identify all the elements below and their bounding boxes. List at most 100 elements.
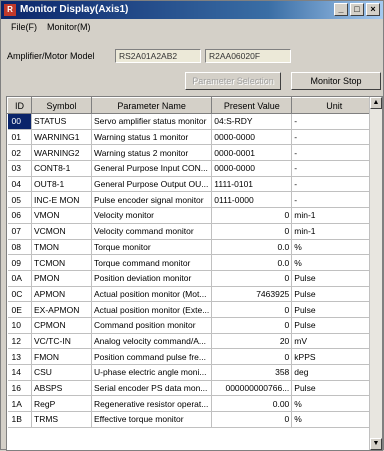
scroll-down-arrow-icon[interactable]: ▼	[370, 438, 382, 450]
cell-id: 0E	[7, 301, 32, 318]
cell-symbol: APMON	[31, 286, 92, 303]
minimize-button[interactable]: _	[334, 3, 348, 16]
header-present-value[interactable]: Present Value	[211, 97, 293, 114]
header-unit[interactable]: Unit	[291, 97, 378, 114]
menu-monitor[interactable]: Monitor(M)	[47, 20, 91, 35]
cell-unit: Pulse	[291, 317, 378, 334]
table-row[interactable]: 16 ABSPS Serial encoder PS data mon... 0000…	[7, 380, 378, 397]
cell-id: 02	[7, 144, 32, 162]
monitor-grid: ID Symbol Parameter Name Present Value U…	[6, 96, 383, 451]
cell-symbol: PMON	[31, 270, 92, 287]
table-row[interactable]: 0E EX-APMON Actual position monitor (Exte.…	[7, 301, 378, 318]
cell-unit: -	[291, 160, 378, 177]
cell-unit: deg	[291, 364, 378, 381]
cell-unit: kPPS	[291, 348, 378, 365]
cell-present-value: 0.0	[211, 239, 293, 256]
cell-symbol: RegP	[31, 395, 92, 413]
table-row[interactable]: 0C APMON Actual position monitor (Mot... 74…	[7, 286, 378, 303]
cell-parameter-name: Actual position monitor (Mot...	[91, 286, 213, 303]
table-row[interactable]: 04 OUT8-1 General Purpose Output OU... 1111…	[7, 176, 378, 193]
table-row[interactable]: 12 VC/TC-IN Analog velocity command/A... 20…	[7, 333, 378, 350]
cell-present-value: 0	[211, 223, 293, 240]
table-row[interactable]: 13 FMON Position command pulse fre... 0 kPPS	[7, 348, 378, 365]
cell-parameter-name: Position command pulse fre...	[91, 348, 213, 365]
cell-parameter-name: Regenerative resistor operat...	[91, 395, 213, 413]
cell-id: 05	[7, 191, 32, 209]
cell-symbol: INC-E MON	[31, 191, 92, 209]
table-row[interactable]: 14 CSU U-phase electric angle moni... 358 de…	[7, 364, 378, 381]
cell-present-value: 7463925	[211, 286, 293, 303]
window-title: Monitor Display(Axis1)	[20, 4, 129, 15]
cell-id: 08	[7, 239, 32, 256]
close-button[interactable]: ×	[366, 3, 380, 16]
cell-id: 0C	[7, 286, 32, 303]
menu-bar: File(F) Monitor(M)	[1, 20, 383, 35]
cell-parameter-name: Serial encoder PS data mon...	[91, 380, 213, 397]
cell-unit: %	[291, 239, 378, 256]
table-row[interactable]: 05 INC-E MON Pulse encoder signal monitor 0…	[7, 191, 378, 209]
table-row[interactable]: 00 STATUS Servo amplifier status monitor 04…	[7, 113, 378, 130]
cell-parameter-name: Torque monitor	[91, 239, 213, 256]
table-row[interactable]: 01 WARNING1 Warning status 1 monitor 0000-0…	[7, 129, 378, 146]
cell-parameter-name: Position deviation monitor	[91, 270, 213, 287]
monitor-display-window: R Monitor Display(Axis1) _ □ × File(F) M…	[0, 0, 384, 451]
parameter-selection-button[interactable]: Parameter Selection	[185, 72, 281, 90]
cell-present-value: 0	[211, 301, 293, 318]
maximize-button[interactable]: □	[350, 3, 364, 16]
cell-symbol: OUT8-1	[31, 176, 92, 193]
table-row[interactable]: 1B TRMS Effective torque monitor 0%	[7, 411, 378, 428]
cell-unit: Pulse	[291, 301, 378, 318]
cell-symbol: TRMS	[31, 411, 92, 428]
cell-id: 10	[7, 317, 32, 334]
cell-symbol: TCMON	[31, 254, 92, 271]
cell-present-value: 358	[211, 364, 293, 381]
model-label: Amplifier/Motor Model	[7, 51, 95, 61]
table-row[interactable]: 02 WARNING2 Warning status 2 monitor 0000-0…	[7, 144, 378, 162]
scroll-up-arrow-icon[interactable]: ▲	[370, 97, 382, 109]
cell-symbol: CSU	[31, 364, 92, 381]
cell-present-value: 0111-0000	[211, 191, 293, 209]
cell-unit: -	[291, 129, 378, 146]
cell-parameter-name: Warning status 2 monitor	[91, 144, 213, 162]
cell-parameter-name: General Purpose Output OU...	[91, 176, 213, 193]
motor-model-field: R2AA06020F	[205, 49, 291, 63]
cell-symbol: CPMON	[31, 317, 92, 334]
cell-id: 00	[7, 113, 32, 130]
cell-present-value: 0.00	[211, 395, 293, 413]
table-row[interactable]: 0A PMON Position deviation monitor 0 Pulse	[7, 270, 378, 287]
cell-present-value: 20	[211, 333, 293, 350]
table-row[interactable]: 03 CONT8-1 General Purpose Input CON... 000…	[7, 160, 378, 177]
table-header-row: ID Symbol Parameter Name Present Value U…	[7, 97, 378, 114]
cell-unit: Pulse	[291, 286, 378, 303]
cell-id: 1B	[7, 411, 32, 428]
cell-unit: %	[291, 411, 378, 428]
table-row[interactable]: 06 VMON Velocity monitor 0 min-1	[7, 207, 378, 224]
cell-unit: -	[291, 113, 378, 130]
cell-parameter-name: Velocity command monitor	[91, 223, 213, 240]
cell-symbol: VC/TC-IN	[31, 333, 92, 350]
cell-parameter-name: Servo amplifier status monitor	[91, 113, 213, 130]
cell-present-value: 0000-0000	[211, 129, 293, 146]
cell-symbol: FMON	[31, 348, 92, 365]
cell-id: 07	[7, 223, 32, 240]
vertical-scrollbar[interactable]: ▲ ▼	[369, 97, 382, 450]
table-row[interactable]: 10 CPMON Command position monitor 0 Pulse	[7, 317, 378, 334]
table-row[interactable]: 08 TMON Torque monitor 0.0%	[7, 239, 378, 256]
cell-unit: Pulse	[291, 270, 378, 287]
table-row[interactable]: 09 TCMON Torque command monitor 0.0%	[7, 254, 378, 271]
header-symbol[interactable]: Symbol	[31, 97, 92, 114]
cell-id: 12	[7, 333, 32, 350]
cell-symbol: VMON	[31, 207, 92, 224]
title-bar[interactable]: R Monitor Display(Axis1) _ □ ×	[1, 1, 383, 19]
table-row[interactable]: 1A RegP Regenerative resistor operat... 0.0…	[7, 395, 378, 413]
header-id[interactable]: ID	[7, 97, 32, 114]
cell-id: 06	[7, 207, 32, 224]
cell-unit: %	[291, 395, 378, 413]
cell-unit: -	[291, 176, 378, 193]
menu-file[interactable]: File(F)	[11, 20, 37, 35]
cell-id: 1A	[7, 395, 32, 413]
monitor-stop-button[interactable]: Monitor Stop	[291, 72, 381, 90]
cell-present-value: 0000-0001	[211, 144, 293, 162]
table-row[interactable]: 07 VCMON Velocity command monitor 0 min-1	[7, 223, 378, 240]
header-parameter-name[interactable]: Parameter Name	[90, 97, 213, 114]
